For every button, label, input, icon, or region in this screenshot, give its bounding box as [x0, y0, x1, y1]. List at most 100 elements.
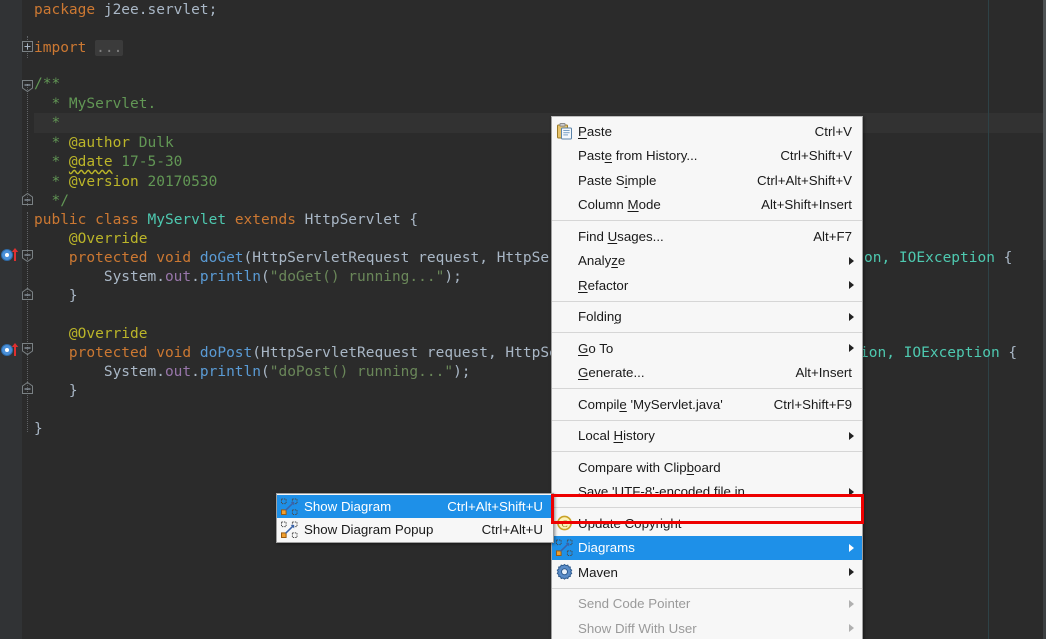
menu-item-label: Column Mode: [578, 197, 661, 213]
menu-item-label: Refactor: [578, 277, 629, 293]
menu-item-folding[interactable]: Folding: [552, 305, 862, 330]
fold-guide-line: [27, 212, 28, 432]
code-line-tail: ion, IOException {: [860, 345, 1018, 361]
code-line: *: [34, 115, 61, 131]
menu-item-save-utf-8-encoded-file-in[interactable]: Save 'UTF-8'-encoded file in: [552, 480, 862, 505]
code-line: * @date 17-5-30: [34, 154, 183, 170]
code-line: */: [34, 193, 69, 209]
menu-item-refactor[interactable]: Refactor: [552, 273, 862, 298]
application-window: package j2ee.servlet; import ... /** * M…: [0, 0, 1046, 639]
code-text[interactable]: package j2ee.servlet; import ... /** * M…: [34, 0, 1046, 500]
menu-item-label: Go To: [578, 340, 614, 356]
code-line: /**: [34, 76, 61, 92]
chevron-right-icon: [849, 624, 854, 633]
menu-item-label: Show Diff With User: [578, 620, 697, 636]
chevron-right-icon: [849, 344, 854, 353]
fold-expand-handle[interactable]: [22, 41, 33, 52]
menu-item-paste-from-history[interactable]: Paste from History... Ctrl+Shift+V: [552, 144, 862, 169]
menu-item-shortcut: Ctrl+V: [814, 123, 852, 139]
menu-item-label: Diagrams: [578, 540, 635, 556]
code-line: }: [34, 288, 78, 304]
menu-item-analyze[interactable]: Analyze: [552, 249, 862, 274]
code-line: * @author Dulk: [34, 135, 174, 151]
menu-item-label: Find Usages...: [578, 228, 664, 244]
diagram-icon: [281, 498, 298, 515]
code-line: * @version 20170530: [34, 174, 218, 190]
menu-item-label: Paste from History...: [578, 148, 698, 164]
menu-item-compile-myservlet-java[interactable]: Compile 'MyServlet.java' Ctrl+Shift+F9: [552, 392, 862, 417]
submenu-item-shortcut: Ctrl+Alt+U: [481, 522, 543, 537]
code-line: protected void doPost(HttpServletRequest…: [34, 345, 611, 361]
menu-separator: [552, 587, 862, 589]
code-line: import ...: [34, 40, 124, 56]
menu-item-column-mode[interactable]: Column Mode Alt+Shift+Insert: [552, 193, 862, 218]
diagram-icon: [556, 539, 573, 556]
submenu-item-show-diagram-popup[interactable]: Show Diagram Popup Ctrl+Alt+U: [277, 518, 553, 541]
submenu-item-label: Show Diagram Popup: [304, 522, 434, 537]
fold-collapse-handle[interactable]: [22, 193, 33, 205]
fold-guide-line: [27, 84, 28, 206]
editor-context-menu[interactable]: Paste Ctrl+V Paste from History... Ctrl+Shi…: [551, 116, 863, 639]
chevron-right-icon: [849, 599, 854, 608]
menu-item-label: Maven: [578, 564, 618, 580]
paste-icon: [556, 123, 573, 140]
menu-separator: [552, 419, 862, 421]
menu-item-local-history[interactable]: Local History: [552, 424, 862, 449]
menu-item-send-code-pointer: Send Code Pointer: [552, 592, 862, 617]
code-line: package j2ee.servlet;: [34, 2, 218, 18]
menu-item-shortcut: Ctrl+Alt+Shift+V: [757, 172, 852, 188]
menu-item-label: Compare with Clipboard: [578, 459, 721, 475]
chevron-right-icon: [849, 568, 854, 577]
svg-text:C: C: [561, 520, 567, 530]
menu-item-compare-with-clipboard[interactable]: Compare with Clipboard: [552, 455, 862, 480]
menu-separator: [552, 507, 862, 508]
submenu-item-label: Show Diagram: [304, 499, 392, 514]
menu-item-label: Compile 'MyServlet.java': [578, 396, 723, 412]
menu-separator: [552, 388, 862, 389]
menu-item-paste-simple[interactable]: Paste Simple Ctrl+Alt+Shift+V: [552, 168, 862, 193]
menu-item-shortcut: Ctrl+Shift+F9: [773, 396, 852, 412]
menu-item-label: Paste Simple: [578, 172, 657, 188]
code-line: }: [34, 383, 78, 399]
submenu-item-show-diagram[interactable]: Show Diagram Ctrl+Alt+Shift+U: [277, 495, 553, 518]
fold-collapse-handle[interactable]: [22, 250, 33, 262]
overriding-method-icon[interactable]: [1, 342, 22, 358]
menu-item-maven[interactable]: Maven: [552, 560, 862, 585]
menu-item-shortcut: Alt+F7: [813, 228, 852, 244]
code-line: }: [34, 421, 43, 437]
maven-gear-icon: [556, 564, 573, 581]
menu-separator: [552, 451, 862, 452]
menu-item-label: Update Copyright: [578, 515, 682, 531]
menu-item-shortcut: Ctrl+Shift+V: [780, 148, 852, 164]
menu-item-shortcut: Alt+Insert: [795, 365, 852, 381]
menu-separator: [552, 300, 862, 302]
menu-item-paste[interactable]: Paste Ctrl+V: [552, 119, 862, 144]
overriding-method-icon[interactable]: [1, 247, 22, 263]
menu-item-label: Paste: [578, 123, 613, 139]
menu-item-go-to[interactable]: Go To: [552, 336, 862, 361]
editor-gutter[interactable]: [0, 0, 22, 639]
chevron-right-icon: [849, 281, 854, 290]
code-line: public class MyServlet extends HttpServl…: [34, 212, 419, 228]
fold-collapse-handle[interactable]: [22, 343, 33, 355]
diagram-icon: [281, 521, 298, 538]
fold-collapse-handle[interactable]: [22, 288, 33, 300]
code-line: @Override: [34, 326, 148, 342]
submenu-item-shortcut: Ctrl+Alt+Shift+U: [447, 499, 543, 514]
chevron-right-icon: [849, 487, 854, 496]
menu-item-generate[interactable]: Generate... Alt+Insert: [552, 361, 862, 386]
diagrams-submenu[interactable]: Show Diagram Ctrl+Alt+Shift+U Show Diagram…: [276, 493, 554, 543]
editor-fold-strip[interactable]: [22, 0, 34, 639]
code-line: * MyServlet.: [34, 96, 157, 112]
fold-collapse-handle[interactable]: [22, 382, 33, 394]
menu-separator: [552, 332, 862, 333]
menu-item-update-copyright[interactable]: C Update Copyright: [552, 511, 862, 536]
menu-item-label: Local History: [578, 428, 655, 444]
fold-collapse-handle[interactable]: [22, 80, 33, 92]
menu-item-diagrams[interactable]: Diagrams: [552, 535, 862, 560]
menu-item-label: Save 'UTF-8'-encoded file in: [578, 484, 745, 500]
code-editor[interactable]: package j2ee.servlet; import ... /** * M…: [0, 0, 1046, 639]
menu-item-find-usages[interactable]: Find Usages... Alt+F7: [552, 224, 862, 249]
copyright-icon: C: [556, 515, 573, 532]
menu-separator: [552, 220, 862, 221]
